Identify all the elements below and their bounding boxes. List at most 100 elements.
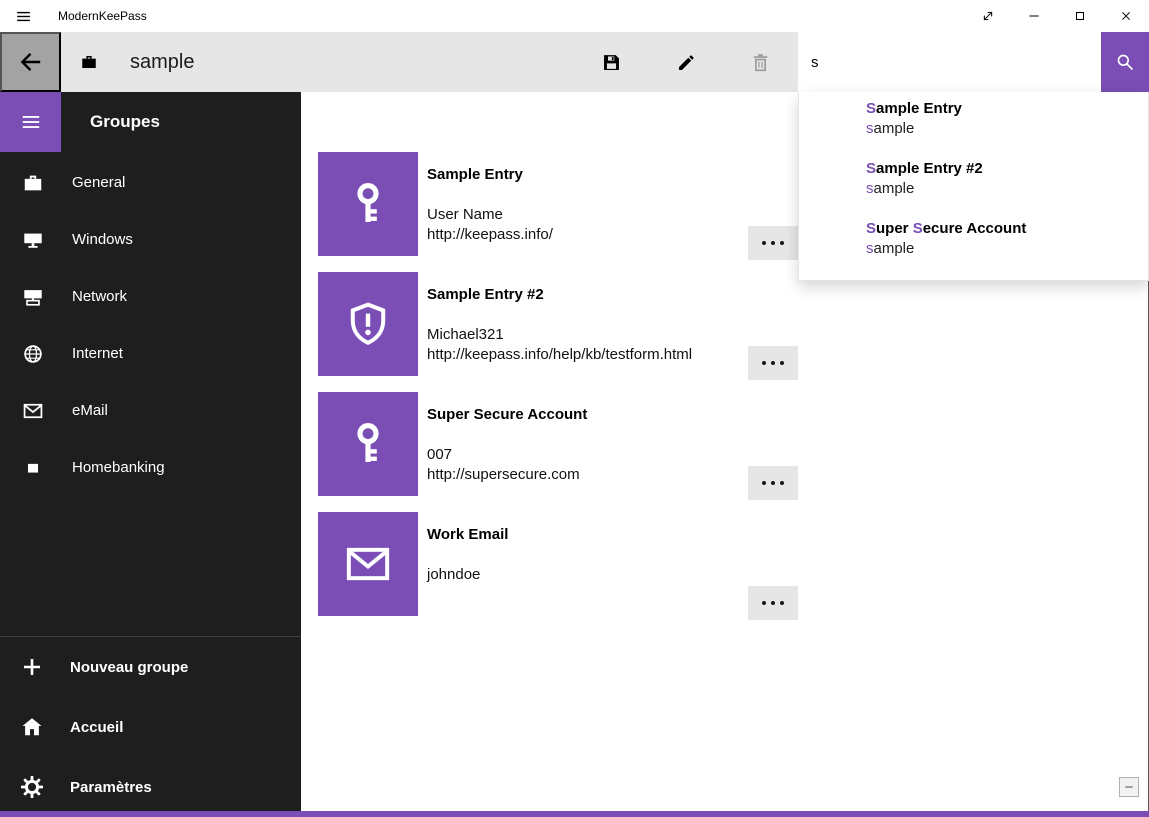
sidebar-item-label: eMail	[72, 402, 108, 419]
minus-icon	[1122, 780, 1136, 794]
database-title: sample	[130, 32, 194, 92]
nav-toggle-button[interactable]	[0, 92, 61, 152]
more-button[interactable]	[748, 586, 798, 620]
fullscreen-button[interactable]	[965, 0, 1011, 32]
fullscreen-icon	[980, 8, 996, 24]
sidebar-item-label: General	[72, 174, 125, 191]
maximize-icon	[1072, 8, 1088, 24]
suggestion-text-part: s	[866, 240, 874, 257]
network-icon	[22, 286, 44, 308]
entry-details: Michael321 http://keepass.info/help/kb/t…	[427, 325, 692, 365]
globe-icon	[22, 343, 44, 365]
ellipsis-icon	[762, 361, 766, 365]
sidebar-item-label: Network	[72, 288, 127, 305]
close-button[interactable]	[1103, 0, 1149, 32]
new-group-button[interactable]: Nouveau groupe	[0, 637, 301, 697]
entry-text: Sample Entry User Name http://keepass.in…	[427, 152, 553, 256]
sidebar-bottom: Nouveau groupe Accueil Paramètres	[0, 636, 301, 817]
hamburger-icon[interactable]	[0, 0, 46, 32]
search-button[interactable]	[1101, 32, 1149, 92]
plus-icon	[20, 655, 44, 679]
suggestion-text-part: S	[866, 220, 876, 237]
entry-details: johndoe	[427, 565, 508, 585]
suggestion-item[interactable]: Sample Entry #2 sample	[799, 152, 1148, 212]
mail-icon	[343, 539, 393, 589]
settings-button[interactable]: Paramètres	[0, 757, 301, 817]
search-box	[798, 32, 1101, 92]
suggestion-text-part: ample	[874, 240, 915, 257]
square-icon	[22, 457, 44, 479]
suggestion-title: Sample Entry	[866, 99, 1134, 119]
entry-url: http://supersecure.com	[427, 465, 587, 485]
action-label: Accueil	[70, 719, 123, 736]
entry-title: Sample Entry	[427, 165, 553, 184]
more-button[interactable]	[748, 346, 798, 380]
delete-button[interactable]	[736, 32, 784, 92]
sidebar-item-label: Windows	[72, 231, 133, 248]
ellipsis-icon	[762, 241, 766, 245]
suggestion-text-part: S	[866, 160, 876, 177]
save-button[interactable]	[587, 32, 635, 92]
suggestion-text-part: ample Entry	[876, 100, 962, 117]
search-input[interactable]	[798, 32, 1101, 92]
entry-item[interactable]: Sample Entry #2 Michael321 http://keepas…	[318, 272, 798, 376]
caption-buttons	[965, 0, 1149, 32]
entry-tile	[318, 392, 418, 496]
entry-list: Sample Entry User Name http://keepass.in…	[318, 152, 798, 632]
entry-url: http://keepass.info/help/kb/testform.htm…	[427, 345, 692, 365]
suggestion-text-part: ecure Account	[923, 220, 1027, 237]
suggestion-text-part: s	[866, 180, 874, 197]
entry-details: 007 http://supersecure.com	[427, 445, 587, 485]
gear-icon	[20, 775, 44, 799]
edit-button[interactable]	[662, 32, 710, 92]
suggestion-text-part: ample	[874, 120, 915, 137]
entry-username: 007	[427, 445, 587, 465]
ellipsis-icon	[762, 601, 766, 605]
sidebar-item-homebanking[interactable]: Homebanking	[0, 439, 301, 496]
trash-icon	[750, 52, 771, 73]
sidebar-item-network[interactable]: Network	[0, 268, 301, 325]
search-suggestions: Sample Entry sample Sample Entry #2 samp…	[798, 92, 1149, 281]
entry-tile	[318, 152, 418, 256]
search-icon	[1115, 52, 1135, 72]
suggestion-item[interactable]: Sample Entry sample	[799, 92, 1148, 152]
entry-item[interactable]: Super Secure Account 007 http://supersec…	[318, 392, 798, 496]
monitor-icon	[22, 229, 44, 251]
action-label: Nouveau groupe	[70, 659, 188, 676]
minimize-icon	[1026, 8, 1042, 24]
back-button[interactable]	[0, 32, 61, 92]
entry-item[interactable]: Sample Entry User Name http://keepass.in…	[318, 152, 798, 256]
zoom-out-button[interactable]	[1119, 777, 1139, 797]
titlebar: ModernKeePass	[0, 0, 1149, 32]
sidebar-item-windows[interactable]: Windows	[0, 211, 301, 268]
modernkeepass-window: ModernKeePass sample Sample Entry sample…	[0, 0, 1149, 817]
suggestion-text-part: uper	[876, 220, 913, 237]
close-icon	[1118, 8, 1134, 24]
suggestion-text-part: s	[866, 120, 874, 137]
suggestion-text-part: ample Entry #2	[876, 160, 983, 177]
entry-username: Michael321	[427, 325, 692, 345]
back-arrow-icon	[18, 49, 44, 75]
maximize-button[interactable]	[1057, 0, 1103, 32]
key-icon	[344, 420, 392, 468]
entry-username: User Name	[427, 205, 553, 225]
home-button[interactable]: Accueil	[0, 697, 301, 757]
entry-details: User Name http://keepass.info/	[427, 205, 553, 245]
action-label: Paramètres	[70, 779, 152, 796]
suggestion-text-part: ample	[874, 180, 915, 197]
sidebar-item-internet[interactable]: Internet	[0, 325, 301, 382]
ellipsis-icon	[762, 481, 766, 485]
suggestion-item[interactable]: Super Secure Account sample	[799, 212, 1148, 272]
entry-item[interactable]: Work Email johndoe	[318, 512, 798, 616]
sidebar-item-email[interactable]: eMail	[0, 382, 301, 439]
more-button[interactable]	[748, 466, 798, 500]
app-title: ModernKeePass	[58, 9, 147, 23]
minimize-button[interactable]	[1011, 0, 1057, 32]
sidebar-item-general[interactable]: General	[0, 154, 301, 211]
suggestion-subtitle: sample	[866, 239, 1134, 259]
group-list: General Windows Network Internet eMail H…	[0, 154, 301, 496]
entry-title: Work Email	[427, 525, 508, 544]
sidebar: Groupes General Windows Network Internet…	[0, 92, 301, 817]
bottom-accent-strip	[0, 811, 1149, 817]
more-button[interactable]	[748, 226, 798, 260]
